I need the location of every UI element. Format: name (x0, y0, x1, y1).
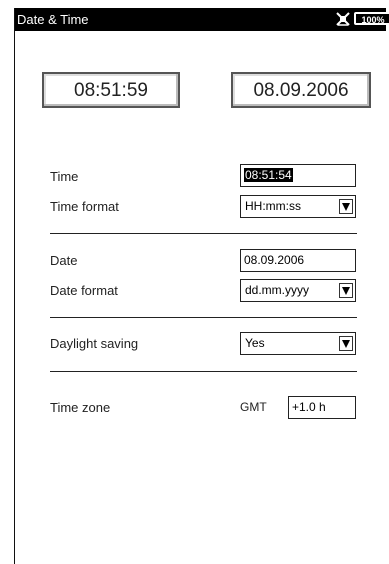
battery-level: 100% (361, 15, 385, 25)
daylight-saving-value: Yes (245, 336, 265, 350)
divider (50, 371, 357, 372)
divider (50, 233, 357, 234)
date-label: Date (50, 253, 78, 268)
divider (50, 317, 357, 318)
time-zone-input[interactable]: +1.0 h (288, 396, 356, 419)
chevron-down-icon[interactable] (339, 199, 353, 214)
satellite-icon (335, 11, 351, 27)
time-format-select[interactable]: HH:mm:ss (240, 195, 356, 218)
date-format-label: Date format (50, 283, 118, 298)
time-format-value: HH:mm:ss (245, 199, 301, 213)
chevron-down-icon[interactable] (339, 336, 353, 351)
time-label: Time (50, 169, 79, 184)
time-zone-label: Time zone (50, 400, 111, 415)
date-format-value: dd.mm.yyyy (245, 283, 310, 297)
daylight-saving-select[interactable]: Yes (240, 332, 356, 355)
time-zone-prefix: GMT (240, 400, 267, 414)
date-input-value: 08.09.2006 (244, 253, 305, 267)
time-zone-value: +1.0 h (292, 400, 326, 414)
date-format-select[interactable]: dd.mm.yyyy (240, 279, 356, 302)
date-input[interactable]: 08.09.2006 (240, 249, 356, 272)
daylight-saving-label: Daylight saving (50, 336, 139, 351)
window-title: Date & Time (17, 12, 89, 27)
time-format-label: Time format (50, 199, 119, 214)
battery-icon: 100% (354, 12, 389, 25)
time-input[interactable]: 08:51:54 (240, 164, 356, 187)
title-bar: Date & Time 100% (15, 8, 389, 31)
current-date-display: 08.09.2006 (231, 72, 371, 108)
current-time-display: 08:51:59 (42, 72, 180, 108)
time-input-value: 08:51:54 (244, 168, 293, 182)
chevron-down-icon[interactable] (339, 283, 353, 298)
